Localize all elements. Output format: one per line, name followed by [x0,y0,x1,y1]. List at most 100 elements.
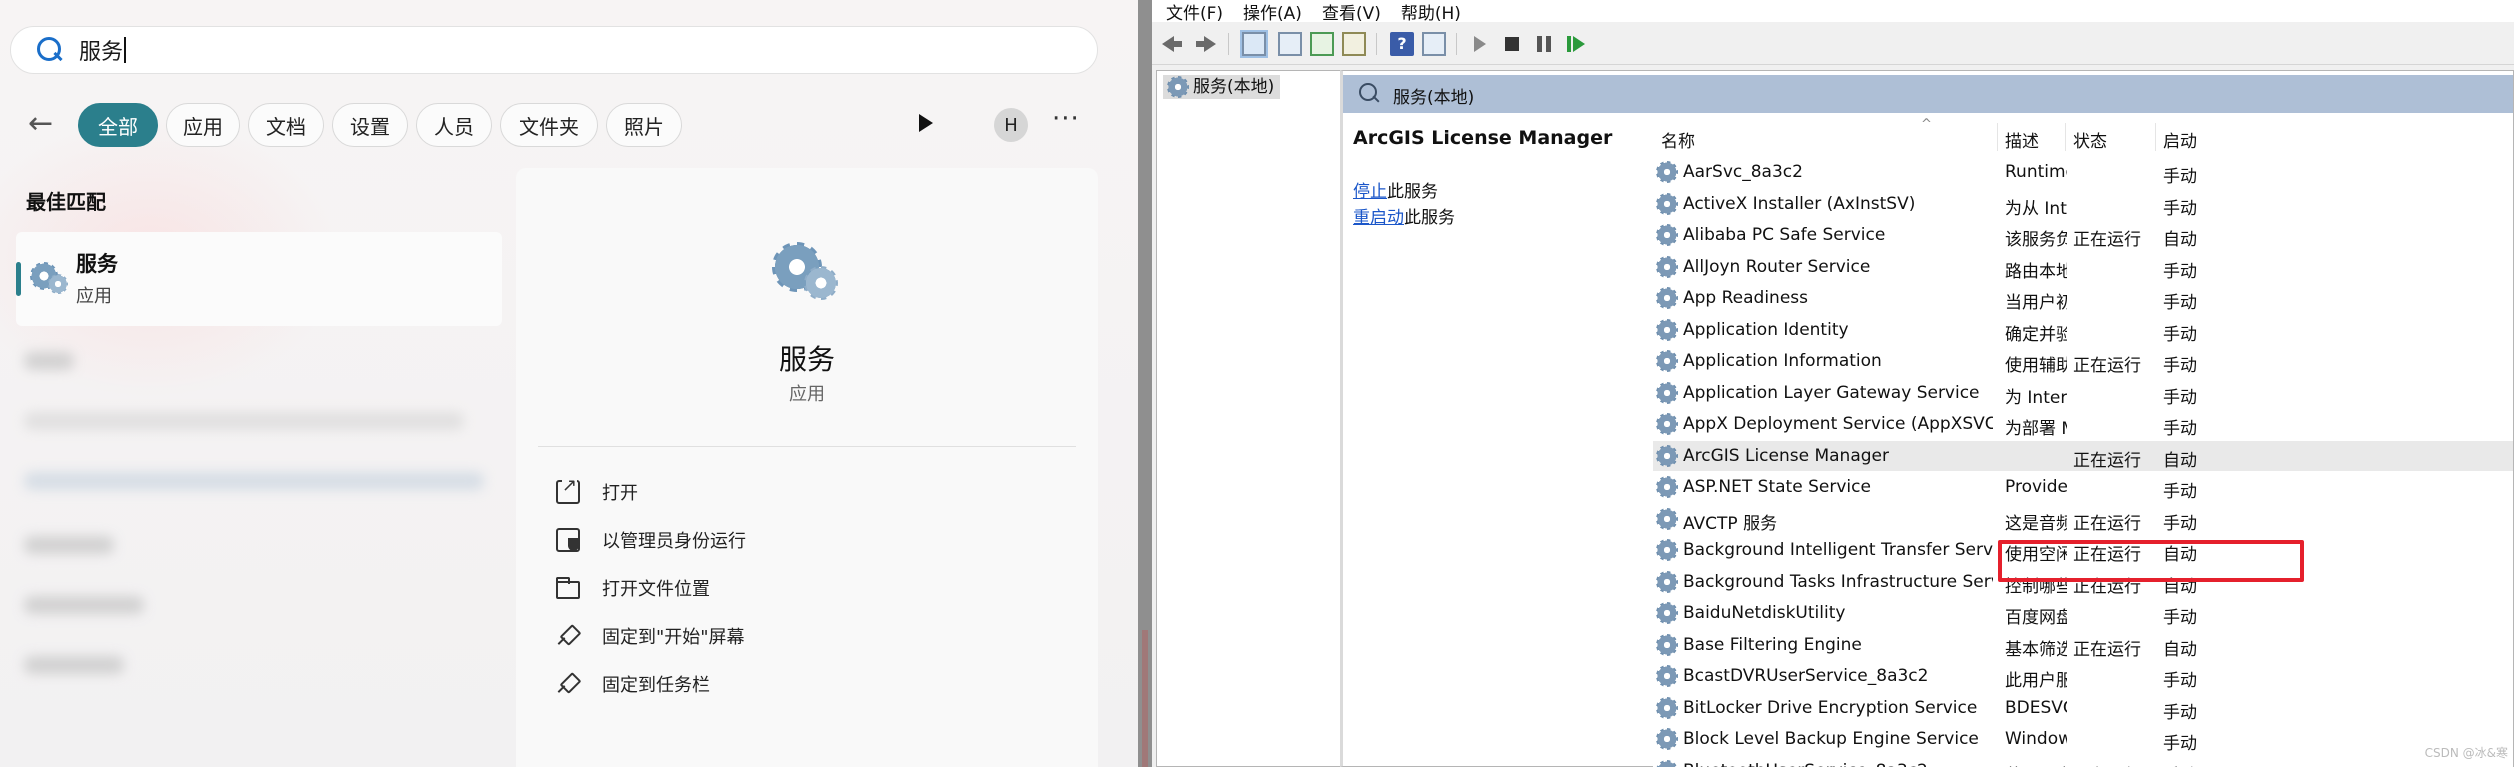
column-description[interactable]: 描述 [2005,127,2039,152]
column-status[interactable]: 状态 [2073,127,2107,152]
column-startup[interactable]: 启动 [2163,127,2197,152]
export-list-icon[interactable] [1342,32,1366,56]
services-gear-icon [30,256,70,296]
more-options-button[interactable]: ··· [1052,104,1080,134]
service-row[interactable]: BaiduNetdiskUtility 百度网盘... 手动 [1653,598,2513,628]
menu-view[interactable]: 查看(V) [1322,0,1381,24]
service-row[interactable]: BitLocker Drive Encryption Service BDESVC… [1653,693,2513,723]
service-name-cell: AllJoyn Router Service [1683,256,1871,277]
best-match-card[interactable]: 服务 应用 [16,232,502,326]
action-pin-to-start[interactable]: 固定到"开始"屏幕 [556,616,745,656]
filter-photos[interactable]: 照片 [606,103,682,147]
back-icon[interactable] [1160,32,1184,56]
filter-people[interactable]: 人员 [416,103,492,147]
service-name-cell: Block Level Backup Engine Service [1683,729,1979,749]
windows-search-panel: 服务 ← 全部 应用 文档 设置 人员 文件夹 照片 H ··· 最佳匹配 服务… [0,0,1138,767]
service-row[interactable]: Alibaba PC Safe Service 该服务负... 正在运行 自动 [1653,220,2513,250]
service-description-cell: 为 Interne... [2005,387,2067,408]
services-large-gear-icon [772,234,842,304]
service-row[interactable]: BluetoothUserService_8a3c2 蓝牙用户... 正在运行手动 [1653,756,2513,767]
service-row[interactable]: AllJoyn Router Service 路由本地 ... 手动 [1653,252,2513,282]
filter-documents[interactable]: 文档 [248,103,324,147]
tree-node-services-local[interactable]: 服务(本地) [1163,75,1281,99]
start-service-icon[interactable] [1468,32,1492,56]
menu-action[interactable]: 操作(A) [1243,0,1302,24]
menu-file[interactable]: 文件(F) [1166,0,1223,24]
search-box[interactable]: 服务 [10,26,1098,74]
service-gear-icon [1656,444,1678,467]
search-icon [33,34,65,66]
action-pin-to-taskbar[interactable]: 固定到任务栏 [556,664,710,704]
search-icon [1357,81,1381,105]
service-name-cell: Background Intelligent Transfer Service [1683,540,1993,560]
service-description-cell: 这是音频... [2005,513,2067,534]
service-row[interactable]: BcastDVRUserService_8a3c2 此用户服... 手动 [1653,661,2513,691]
stop-service-link[interactable]: 停止 [1353,182,1387,202]
best-match-name: 服务 [76,252,118,276]
service-row[interactable]: Application Layer Gateway Service 为 Inter… [1653,378,2513,408]
service-row[interactable]: Application Information 使用辅助... 正在运行 手动 [1653,346,2513,376]
filter-settings[interactable]: 设置 [332,103,408,147]
service-name-cell: App Readiness [1683,288,1809,308]
service-row[interactable]: ASP.NET State Service Provides s... 手动 [1653,472,2513,502]
filter-all[interactable]: 全部 [78,103,158,147]
filter-folders[interactable]: 文件夹 [500,103,598,147]
menu-help[interactable]: 帮助(H) [1401,0,1461,24]
service-gear-icon [1656,476,1678,498]
profile-avatar[interactable]: H [994,108,1028,142]
action-pane-icon[interactable] [1422,32,1446,56]
restart-service-suffix: 此服务 [1404,208,1455,228]
service-description-cell: 使用辅助... [2005,356,2067,376]
service-gear-icon [1656,570,1678,593]
play-icon[interactable] [919,114,933,132]
service-row[interactable]: ArcGIS License Manager 正在运行 自动 [1653,440,2513,471]
service-description-cell: 百度网盘... [2005,608,2067,628]
properties-icon[interactable] [1278,32,1302,56]
action-run-as-admin[interactable]: 以管理员身份运行 [556,520,746,560]
search-input[interactable]: 服务 [79,34,123,66]
toolbar-separator [1456,33,1457,55]
service-start-cell: 手动 [2163,387,2197,408]
show-console-tree-icon[interactable] [1240,30,1268,58]
service-row[interactable]: ActiveX Installer (AxInstSV) 为从 Inter... 手… [1653,189,2513,219]
console-tree: 服务(本地) [1156,70,1344,767]
action-open[interactable]: 打开 [556,472,638,512]
service-row[interactable]: App Readiness 当用户初... 手动 [1653,283,2513,313]
service-row[interactable]: AppX Deployment Service (AppXSVC) 为部署 Mi.… [1653,409,2513,439]
filter-apps[interactable]: 应用 [166,103,240,147]
back-arrow-icon[interactable]: ← [28,106,53,142]
forward-icon[interactable] [1194,32,1218,56]
service-start-cell: 手动 [2163,419,2197,439]
restart-service-link[interactable]: 重启动 [1353,208,1404,228]
service-start-cell: 手动 [2163,261,2197,282]
action-label: 固定到"开始"屏幕 [602,627,745,648]
pin-icon [556,624,580,648]
service-name-cell: Alibaba PC Safe Service [1683,225,1886,245]
service-gear-icon [1656,381,1678,404]
column-divider [2155,123,2156,151]
pause-service-icon[interactable] [1532,32,1556,56]
service-name-cell: AVCTP 服务 [1683,513,1778,534]
service-row[interactable]: AarSvc_8a3c2 Runtime f... 手动 [1653,157,2513,187]
service-gear-icon [1656,633,1678,656]
blurred-result [24,352,74,370]
service-row[interactable]: Base Filtering Engine 基本筛选... 正在运行 自动 [1653,630,2513,660]
service-gear-icon [1656,507,1678,530]
service-row[interactable]: Application Identity 确定并验... 手动 [1653,315,2513,345]
stop-service-icon[interactable] [1500,32,1524,56]
toolbar-separator [1376,33,1377,55]
open-icon [556,476,580,504]
refresh-icon[interactable] [1310,32,1334,56]
column-name[interactable]: 名称 [1661,127,1695,152]
help-icon[interactable]: ? [1390,32,1414,56]
service-gear-icon [1656,255,1678,278]
action-open-file-location[interactable]: 打开文件位置 [556,568,710,608]
service-row[interactable]: Block Level Backup Engine Service Windows… [1653,724,2513,754]
service-row[interactable]: AVCTP 服务 这是音频... 正在运行 手动 [1653,504,2513,534]
service-start-cell: 手动 [2163,293,2197,313]
restart-service-icon[interactable] [1564,32,1588,56]
service-name-cell: ActiveX Installer (AxInstSV) [1683,193,1916,214]
service-description-cell: 路由本地 ... [2005,261,2067,282]
service-start-cell: 手动 [2163,608,2197,628]
service-name-cell: Application Layer Gateway Service [1683,382,1980,403]
